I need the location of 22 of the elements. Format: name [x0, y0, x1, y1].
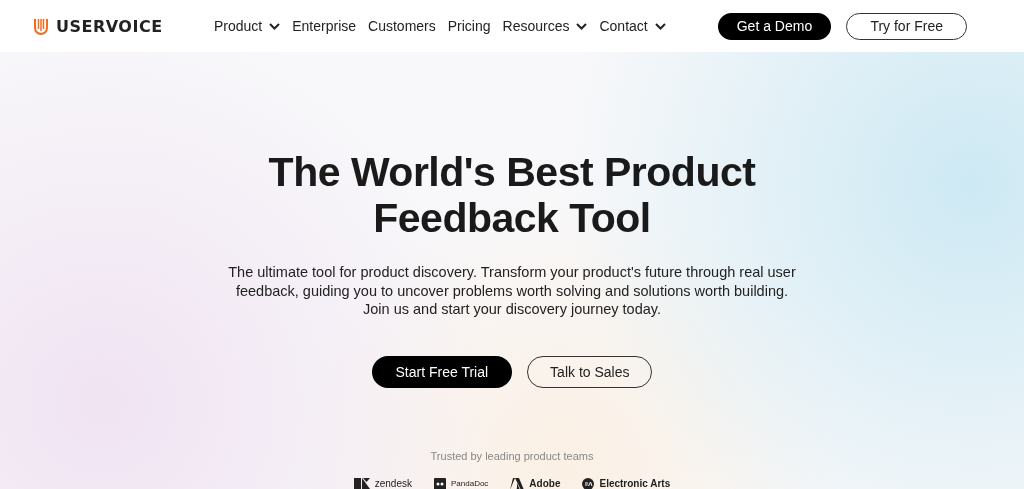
chevron-down-icon [576, 22, 588, 30]
nav-link[interactable]: Product [214, 18, 281, 34]
nav-link[interactable]: Resources [502, 18, 588, 34]
trusted-caption: Trusted by leading product teams [430, 449, 594, 462]
logo-text: zendesk [374, 478, 412, 489]
hero-title: The World's Best Product Feedback Tool [268, 149, 756, 241]
chevron-down-icon [654, 22, 666, 30]
start-trial-button[interactable]: Start Free Trial [371, 355, 513, 388]
adobe-logo-icon [510, 477, 525, 489]
nav-link[interactable]: Pricing [447, 18, 491, 34]
nav-link[interactable]: Enterprise [292, 18, 357, 34]
logo-text: Electronic Arts [599, 478, 671, 489]
logo-text: PandaDoc [451, 479, 489, 488]
hero-description: The ultimate tool for product discovery. Transform your product's future through real user feedback, guiding you to uncover problems worth solving and solutions worth building. Join us and start your discovery journey today. [228, 263, 796, 319]
logo-icon [34, 17, 48, 35]
nav-link[interactable]: Customers [368, 18, 436, 34]
chevron-down-icon [269, 22, 281, 30]
demo-button[interactable]: Get a Demo [717, 12, 832, 40]
zendesk-logo-icon [353, 478, 370, 489]
nav-link[interactable]: Contact [599, 18, 666, 34]
brand-name[interactable]: USERVOICE [56, 16, 163, 36]
logo-text: Adobe [529, 478, 561, 489]
